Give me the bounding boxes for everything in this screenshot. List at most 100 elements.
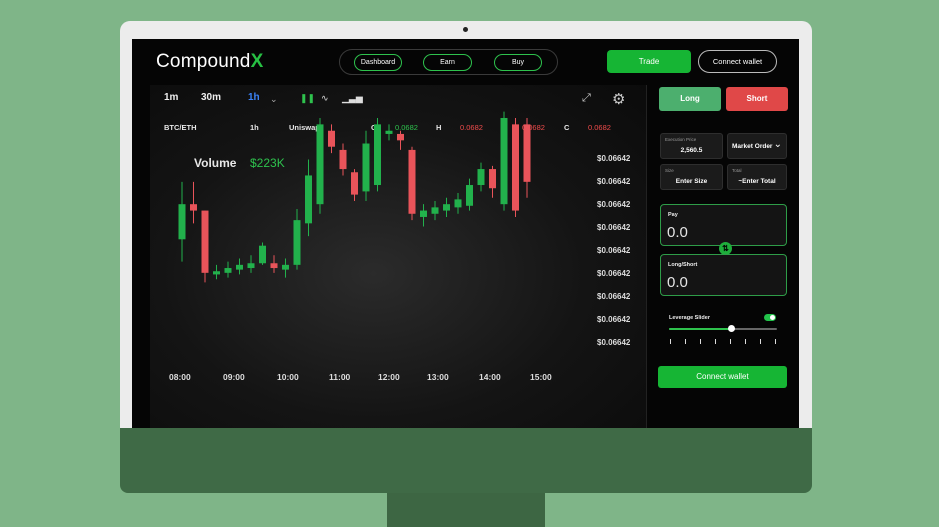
total-placeholder: ~Enter Total	[738, 178, 776, 185]
leverage-tick	[670, 339, 671, 344]
leverage-tick	[745, 339, 746, 344]
candle-body[interactable]	[385, 130, 393, 134]
execution-price-field: Execution Price 2,560.5	[660, 133, 723, 159]
monitor: CompoundX Dashboard Earn Buy Trade Conne…	[120, 21, 812, 493]
leverage-slider-fill	[669, 328, 732, 330]
long-short-value: 0.0	[667, 274, 688, 291]
candle-body[interactable]	[328, 130, 335, 147]
time-tick-label: 14:00	[479, 372, 501, 382]
price-tick-label: $0.06642	[597, 223, 631, 232]
candle-body[interactable]	[270, 263, 278, 269]
candle-body[interactable]	[443, 204, 450, 211]
candle-body[interactable]	[247, 263, 255, 269]
time-tick-label: 10:00	[277, 372, 299, 382]
candle-body[interactable]	[477, 169, 485, 186]
candle-body[interactable]	[351, 172, 358, 195]
monitor-chin	[120, 428, 812, 493]
price-tick-label: $0.06642	[597, 269, 631, 278]
leverage-tick	[760, 339, 761, 344]
trade-button[interactable]: Trade	[607, 50, 691, 73]
connect-wallet-bottom-button[interactable]: Connect wallet	[658, 366, 787, 388]
candle-body[interactable]	[523, 124, 531, 182]
total-label: Total	[732, 168, 742, 173]
monitor-bezel: CompoundX Dashboard Earn Buy Trade Conne…	[120, 21, 812, 428]
app-screen: CompoundX Dashboard Earn Buy Trade Conne…	[132, 39, 799, 428]
nav-dashboard-button[interactable]: Dashboard	[354, 54, 402, 71]
candle-body[interactable]	[259, 245, 266, 264]
execution-price-label: Execution Price	[665, 137, 697, 142]
leverage-slider-thumb[interactable]	[728, 325, 736, 332]
price-tick-label: $0.06642	[597, 246, 631, 255]
leverage-label: Leverage Slider	[669, 315, 710, 321]
logo: CompoundX	[156, 51, 263, 73]
candle-body[interactable]	[178, 204, 186, 240]
candle-body[interactable]	[489, 169, 496, 189]
candle-body[interactable]	[512, 124, 519, 211]
time-tick-label: 11:00	[329, 372, 351, 382]
candle-body[interactable]	[339, 149, 347, 170]
logo-text: Compound	[156, 51, 251, 72]
short-tab[interactable]: Short	[726, 87, 788, 111]
candle-body[interactable]	[236, 264, 243, 270]
webcam-dot	[463, 27, 468, 32]
gear-icon[interactable]: ⚙	[612, 90, 625, 108]
long-short-label: Long/Short	[668, 262, 698, 268]
chevron-down-icon: ⌄	[773, 139, 782, 150]
candle-body[interactable]	[420, 210, 427, 217]
leverage-tick	[775, 339, 776, 344]
candle-body[interactable]	[305, 175, 312, 224]
chart-panel: 1m 30m 1h ⌄ ❚❚ ∿ ▁▃▅ ⤢ ⚙ BTC/ETH 1h Unis…	[150, 85, 646, 428]
candle-body[interactable]	[454, 199, 462, 208]
long-tab[interactable]: Long	[659, 87, 721, 111]
execution-price-value: 2,560.5	[680, 147, 703, 154]
nav-group: Dashboard Earn Buy	[339, 49, 558, 75]
price-tick-label: $0.06642	[597, 292, 631, 301]
long-short-input[interactable]: Long/Short 0.0	[660, 254, 787, 296]
size-placeholder: Enter Size	[675, 178, 708, 185]
size-input[interactable]: Size Enter Size	[660, 164, 723, 190]
candle-body[interactable]	[374, 124, 381, 186]
price-tick-label: $0.06642	[597, 200, 631, 209]
logo-accent: X	[250, 51, 264, 72]
pay-value: 0.0	[667, 224, 688, 241]
candle-body[interactable]	[500, 117, 508, 205]
candle-body[interactable]	[201, 210, 209, 273]
candle-body[interactable]	[397, 133, 404, 141]
candle-body[interactable]	[362, 143, 370, 192]
candle-body[interactable]	[316, 124, 324, 205]
time-tick-label: 15:00	[530, 372, 552, 382]
candle-body[interactable]	[213, 271, 220, 275]
candle-body[interactable]	[224, 268, 232, 273]
price-tick-label: $0.06642	[597, 315, 631, 324]
connect-wallet-button[interactable]: Connect wallet	[698, 50, 777, 73]
candlestick-plot[interactable]	[150, 85, 590, 385]
leverage-toggle[interactable]	[764, 314, 776, 321]
time-tick-label: 09:00	[223, 372, 245, 382]
panel-divider	[646, 85, 647, 428]
candle-body[interactable]	[282, 264, 289, 270]
time-tick-label: 12:00	[378, 372, 400, 382]
candle-body[interactable]	[408, 149, 416, 214]
nav-earn-button[interactable]: Earn	[423, 54, 472, 71]
monitor-stand	[387, 493, 545, 527]
candle-body[interactable]	[293, 220, 301, 265]
leverage-slider-track[interactable]	[669, 328, 777, 330]
candle-body[interactable]	[431, 207, 439, 214]
price-tick-label: $0.06642	[597, 338, 631, 347]
candle-body[interactable]	[190, 204, 197, 211]
leverage-tick	[730, 339, 731, 344]
pay-label: Pay	[668, 212, 678, 218]
nav-buy-button[interactable]: Buy	[494, 54, 542, 71]
leverage-tick	[685, 339, 686, 344]
leverage-tick	[715, 339, 716, 344]
order-type-select[interactable]: Market Order ⌄	[727, 133, 787, 159]
leverage-tick	[700, 339, 701, 344]
candle-body[interactable]	[466, 185, 473, 206]
total-input[interactable]: Total ~Enter Total	[727, 164, 787, 190]
pay-input[interactable]: Pay 0.0	[660, 204, 787, 246]
time-tick-label: 08:00	[169, 372, 191, 382]
close-value: 0.0682	[588, 123, 611, 132]
time-tick-label: 13:00	[427, 372, 449, 382]
size-label: Size	[665, 168, 674, 173]
price-tick-label: $0.06642	[597, 154, 631, 163]
